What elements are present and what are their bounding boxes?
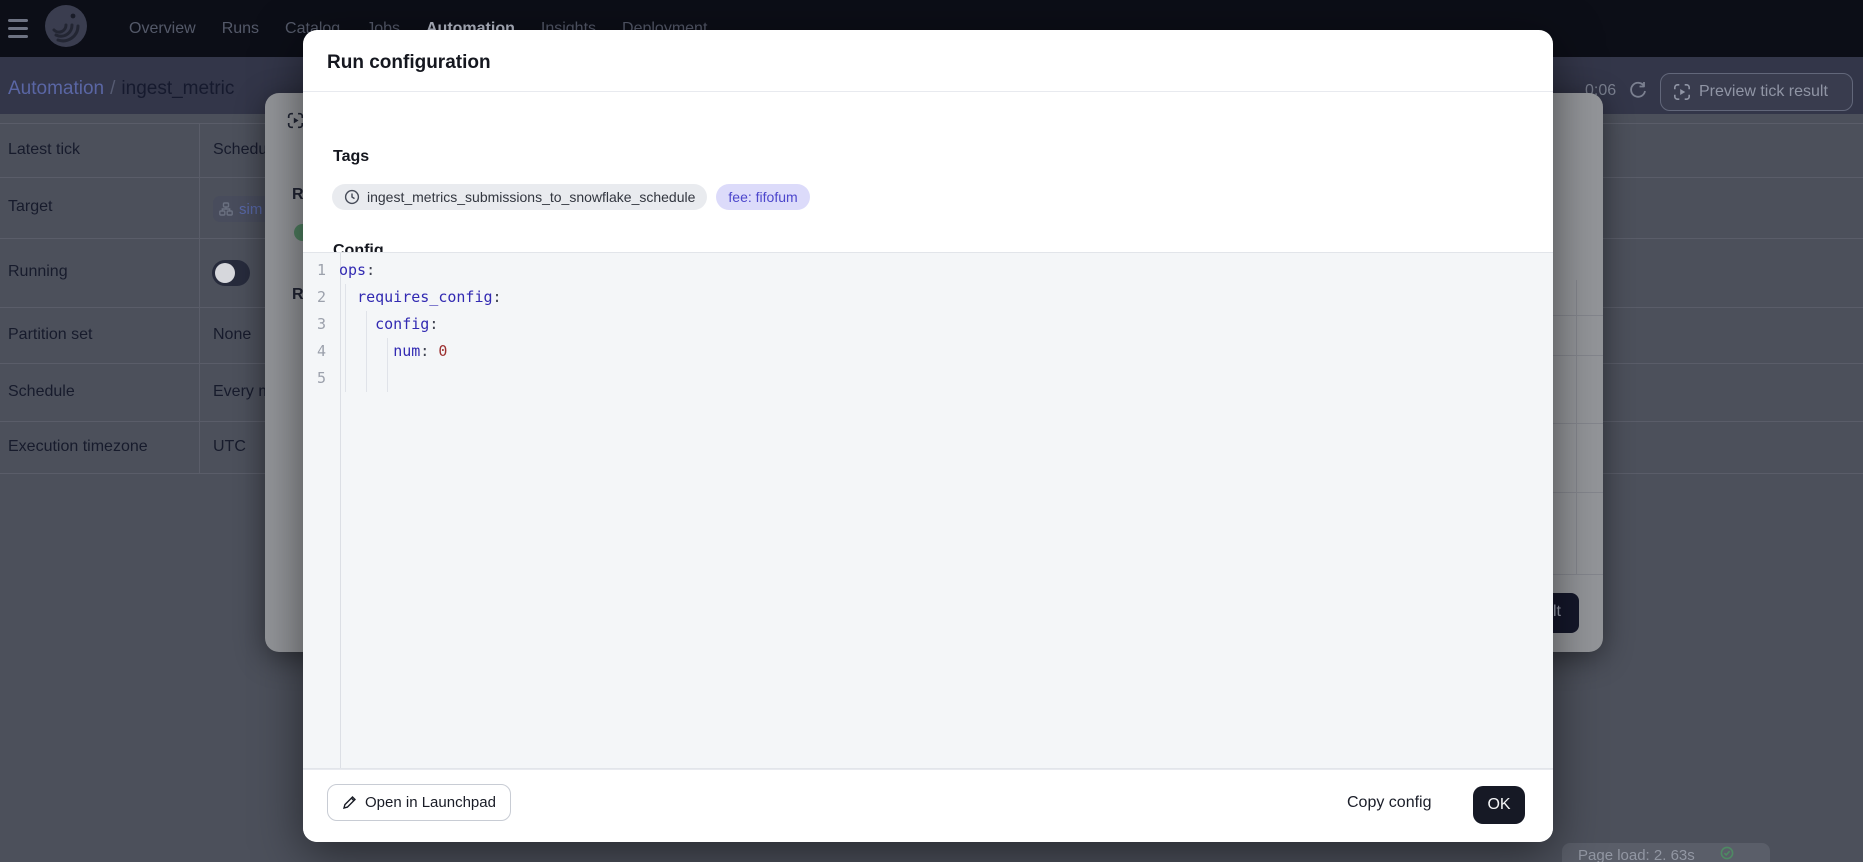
code-text: ops:: [333, 257, 375, 284]
page-load-badge: Page load: 2. 63s: [1562, 843, 1770, 862]
code-text: config:: [333, 311, 438, 338]
open-in-launchpad-label: Open in Launchpad: [365, 794, 496, 811]
modal-header-divider: [303, 91, 1553, 92]
row-label-partition-set: Partition set: [8, 326, 92, 344]
breadcrumb-automation-link[interactable]: Automation: [8, 78, 104, 99]
tags-section-label: Tags: [333, 148, 369, 166]
row-value-schedule: Every m: [213, 383, 272, 401]
row-label-latest-tick: Latest tick: [8, 141, 80, 159]
row-value-execution-timezone: UTC: [213, 438, 246, 456]
ok-button[interactable]: OK: [1473, 786, 1525, 824]
target-job-name: sim: [239, 201, 262, 218]
line-number: 3: [303, 311, 333, 338]
line-number: 2: [303, 284, 333, 311]
dialog-table-divider: [1545, 492, 1603, 493]
code-text: num: 0: [333, 338, 447, 365]
page-load-check-icon: [1720, 846, 1734, 860]
code-line: 4 num: 0: [303, 338, 1553, 365]
column-divider: [199, 123, 200, 473]
dialog-table-divider: [1545, 355, 1603, 356]
config-editor[interactable]: 1ops:2 requires_config:3 config:4 num: 0…: [303, 252, 1553, 769]
line-number: 5: [303, 365, 333, 392]
nav-item-overview[interactable]: Overview: [129, 20, 196, 38]
code-text: requires_config:: [333, 284, 502, 311]
dialog-table-divider: [1545, 315, 1603, 316]
job-graph-icon: [219, 202, 233, 216]
preview-tick-icon: [1673, 83, 1691, 101]
page-load-text: Page load: 2. 63s: [1578, 847, 1695, 862]
row-label-running: Running: [8, 263, 68, 281]
refresh-icon[interactable]: [1628, 80, 1648, 100]
row-value-latest-tick: Schedu: [213, 141, 267, 159]
row-value-partition-set: None: [213, 326, 251, 344]
dialog-table-divider: [1545, 423, 1603, 424]
dialog-text-fragment: R: [292, 186, 304, 204]
run-configuration-modal: Run configuration Tags ingest_metrics_su…: [303, 30, 1553, 842]
row-label-target: Target: [8, 198, 52, 216]
line-number: 4: [303, 338, 333, 365]
row-label-schedule: Schedule: [8, 383, 75, 401]
open-in-launchpad-button[interactable]: Open in Launchpad: [327, 784, 511, 821]
code-line: 1ops:: [303, 257, 1553, 284]
tags-row: ingest_metrics_submissions_to_snowflake_…: [332, 184, 810, 210]
preview-tick-icon: [287, 112, 304, 129]
toggle-knob: [215, 263, 235, 283]
schedule-tag-text: ingest_metrics_submissions_to_snowflake_…: [367, 189, 695, 205]
modal-footer: Open in Launchpad Copy config OK: [303, 769, 1553, 842]
code-text: [333, 365, 339, 392]
preview-tick-result-button[interactable]: Preview tick result: [1660, 73, 1853, 111]
breadcrumb: Automation/ingest_metric: [8, 78, 234, 100]
dialog-footer-divider: [1545, 574, 1603, 575]
dialog-text-fragment: R: [292, 286, 304, 304]
copy-config-button[interactable]: Copy config: [1347, 794, 1432, 812]
hamburger-menu-icon[interactable]: [8, 19, 28, 38]
pencil-icon: [342, 795, 357, 810]
code-line: 3 config:: [303, 311, 1553, 338]
custom-tag-text: fee: fifofum: [728, 189, 797, 205]
clock-icon: [344, 189, 360, 205]
code-line: 5: [303, 365, 1553, 392]
custom-tag: fee: fifofum: [716, 184, 809, 210]
nav-item-runs[interactable]: Runs: [222, 20, 259, 38]
row-label-execution-timezone: Execution timezone: [8, 438, 148, 456]
dagster-logo-icon[interactable]: [44, 4, 88, 48]
preview-tick-label: Preview tick result: [1699, 83, 1828, 101]
dialog-button-text-fragment: lt: [1553, 603, 1561, 621]
line-number: 1: [303, 257, 333, 284]
target-job-chip[interactable]: sim: [213, 196, 272, 222]
running-toggle[interactable]: [212, 260, 250, 286]
modal-title: Run configuration: [327, 52, 491, 74]
dialog-table-divider: [1576, 280, 1577, 574]
config-editor-lines: 1ops:2 requires_config:3 config:4 num: 0…: [303, 257, 1553, 392]
breadcrumb-schedule-name: ingest_metric: [121, 78, 234, 99]
schedule-tag: ingest_metrics_submissions_to_snowflake_…: [332, 184, 707, 210]
code-line: 2 requires_config:: [303, 284, 1553, 311]
breadcrumb-separator: /: [104, 78, 121, 99]
